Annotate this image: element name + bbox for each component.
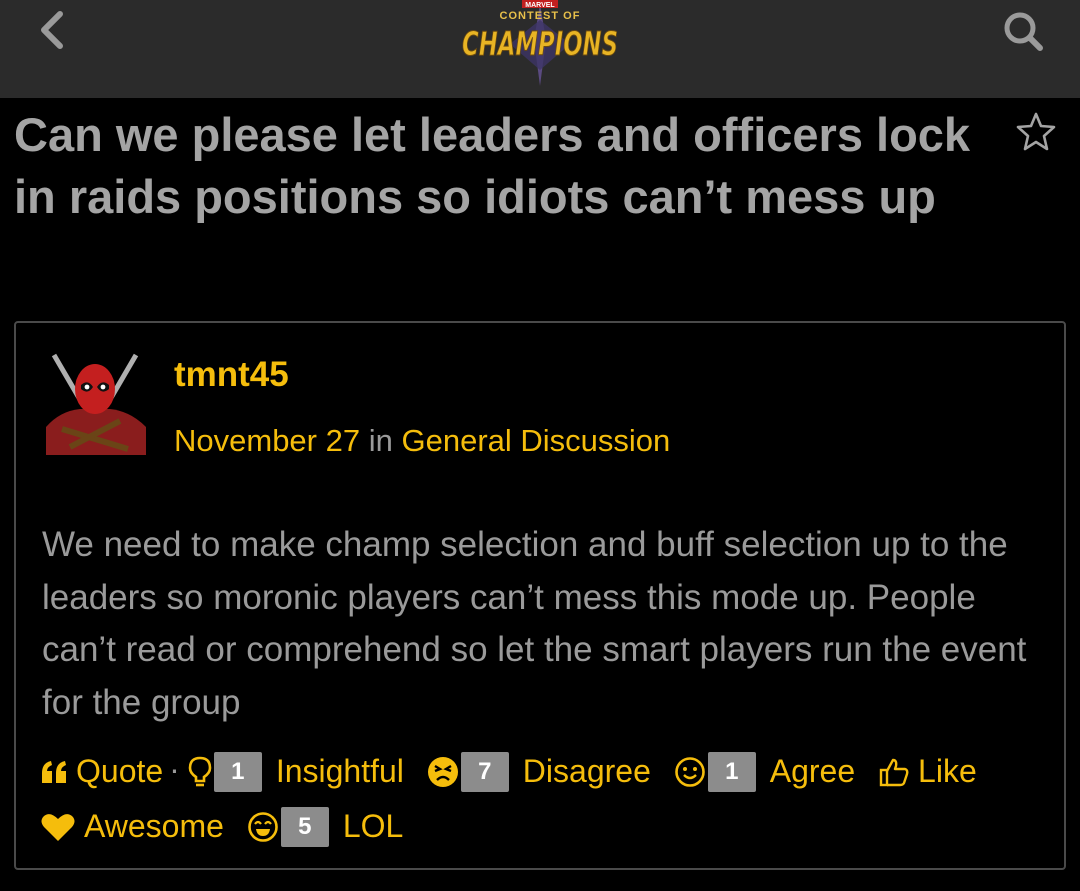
post-card: tmnt45 November 27 in General Discussion… [14,321,1066,870]
reaction-bar: Quote · 1 Insightful 7 Disagree 1 Agree [40,743,1060,853]
bookmark-star-icon [1016,112,1056,151]
avatar[interactable] [42,351,148,455]
insightful-count: 1 [213,751,262,792]
thread-title: Can we please let leaders and officers l… [14,108,971,223]
lol-reaction[interactable] [247,811,279,843]
search-button[interactable] [998,8,1050,56]
logo-line2-text: CHAMPIONS [462,24,618,63]
like-label: Like [918,753,977,790]
top-navigation-bar: MARVEL CONTEST OF CHAMPIONS [0,0,1080,98]
insightful-label[interactable]: Insightful [276,745,404,798]
post-meta: November 27 in General Discussion [174,423,670,459]
laugh-face-icon [248,811,278,842]
lol-count: 5 [280,806,329,847]
post-body: We need to make champ selection and buff… [42,525,1027,722]
logo-brand-text: MARVEL [525,2,555,9]
lol-label[interactable]: LOL [343,800,403,853]
category-link[interactable]: General Discussion [401,423,670,458]
heart-icon [41,813,75,841]
disagree-count: 7 [460,751,509,792]
back-button[interactable] [30,10,80,50]
agree-count: 1 [707,751,756,792]
insightful-reaction[interactable] [188,756,212,788]
author-name[interactable]: tmnt45 [174,355,289,395]
disagree-reaction[interactable] [427,756,459,788]
like-button[interactable]: Like [878,745,977,798]
reaction-separator: · [169,751,180,787]
awesome-button[interactable]: Awesome [40,800,224,853]
disagree-face-icon [427,756,458,787]
quote-icon [42,760,66,783]
disagree-label[interactable]: Disagree [523,745,651,798]
contest-of-champions-logo[interactable]: MARVEL CONTEST OF CHAMPIONS [450,0,630,90]
quote-button[interactable]: Quote [40,745,163,798]
agree-reaction[interactable] [674,756,706,788]
meta-in-word: in [368,423,393,458]
smile-face-icon [674,756,705,787]
bookmark-button[interactable] [1014,110,1058,154]
post-date[interactable]: November 27 [174,423,360,458]
agree-label[interactable]: Agree [770,745,855,798]
logo-line1-text: CONTEST OF [500,10,581,22]
thumbs-up-icon [879,758,909,786]
lightbulb-icon [188,756,212,786]
back-chevron-icon [41,11,63,49]
quote-label: Quote [76,753,164,790]
search-icon [1004,12,1043,51]
awesome-label: Awesome [84,808,224,845]
